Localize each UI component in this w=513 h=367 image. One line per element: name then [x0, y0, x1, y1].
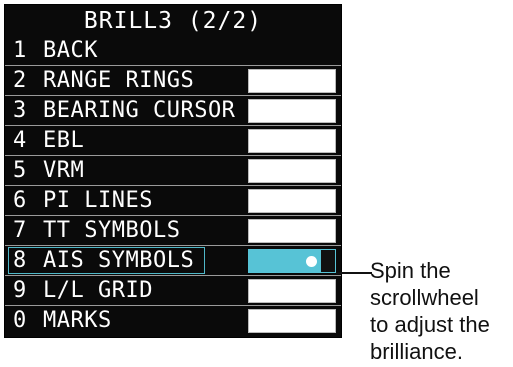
- menu-item-number: 9: [13, 278, 27, 303]
- menu-item-number: 1: [13, 38, 27, 63]
- menu-item-bearing-cursor[interactable]: 3 BEARING CURSOR: [5, 96, 341, 126]
- menu-item-number: 8: [13, 248, 27, 273]
- menu-title: BRILL3 (2/2): [83, 8, 263, 34]
- menu-item-ebl[interactable]: 4 EBL: [5, 126, 341, 156]
- menu-item-label: VRM: [43, 158, 85, 183]
- menu-item-number: 2: [13, 68, 27, 93]
- menu-item-label: MARKS: [43, 308, 112, 333]
- menu-item-label: RANGE RINGS: [43, 68, 195, 93]
- brilliance-bar[interactable]: [248, 69, 336, 93]
- brilliance-slider[interactable]: [248, 249, 336, 273]
- menu-item-ais-symbols[interactable]: 8 AIS SYMBOLS: [5, 246, 341, 276]
- menu-item-label: EBL: [43, 128, 85, 153]
- menu-item-number: 4: [13, 128, 27, 153]
- menu-item-label: AIS SYMBOLS: [43, 248, 195, 273]
- menu-item-number: 7: [13, 218, 27, 243]
- brilliance-bar[interactable]: [248, 309, 336, 333]
- brilliance-bar[interactable]: [248, 189, 336, 213]
- brilliance-bar[interactable]: [248, 279, 336, 303]
- slider-knob[interactable]: [306, 256, 317, 267]
- menu-item-label: BACK: [43, 38, 98, 63]
- brilliance-bar[interactable]: [248, 129, 336, 153]
- menu-item-tt-symbols[interactable]: 7 TT SYMBOLS: [5, 216, 341, 246]
- menu-item-label: TT SYMBOLS: [43, 218, 181, 243]
- menu-item-ll-grid[interactable]: 9 L/L GRID: [5, 276, 341, 306]
- brilliance-bar[interactable]: [248, 219, 336, 243]
- brilliance-bar[interactable]: [248, 159, 336, 183]
- brilliance-bar[interactable]: [248, 99, 336, 123]
- menu-item-label: BEARING CURSOR: [43, 98, 236, 123]
- slider-track-remaining: [321, 250, 335, 272]
- menu-item-number: 0: [13, 308, 27, 333]
- menu-item-range-rings[interactable]: 2 RANGE RINGS: [5, 66, 341, 96]
- callout-line: to adjust the: [370, 312, 490, 337]
- callout-text: Spin the scrollwheel to adjust the brill…: [370, 257, 510, 365]
- callout-line: scrollwheel: [370, 285, 479, 310]
- menu-item-marks[interactable]: 0 MARKS: [5, 306, 341, 335]
- callout-line: brilliance.: [370, 339, 463, 364]
- callout-leader-line: [336, 272, 372, 274]
- menu-item-number: 3: [13, 98, 27, 123]
- menu-item-back[interactable]: 1 BACK: [5, 36, 341, 66]
- menu-item-number: 6: [13, 188, 27, 213]
- brilliance-menu: BRILL3 (2/2) 1 BACK 2 RANGE RINGS 3 BEAR…: [4, 4, 342, 338]
- menu-item-pi-lines[interactable]: 6 PI LINES: [5, 186, 341, 216]
- menu-item-number: 5: [13, 158, 27, 183]
- menu-item-label: L/L GRID: [43, 278, 153, 303]
- callout-line: Spin the: [370, 258, 451, 283]
- menu-item-label: PI LINES: [43, 188, 153, 213]
- menu-item-vrm[interactable]: 5 VRM: [5, 156, 341, 186]
